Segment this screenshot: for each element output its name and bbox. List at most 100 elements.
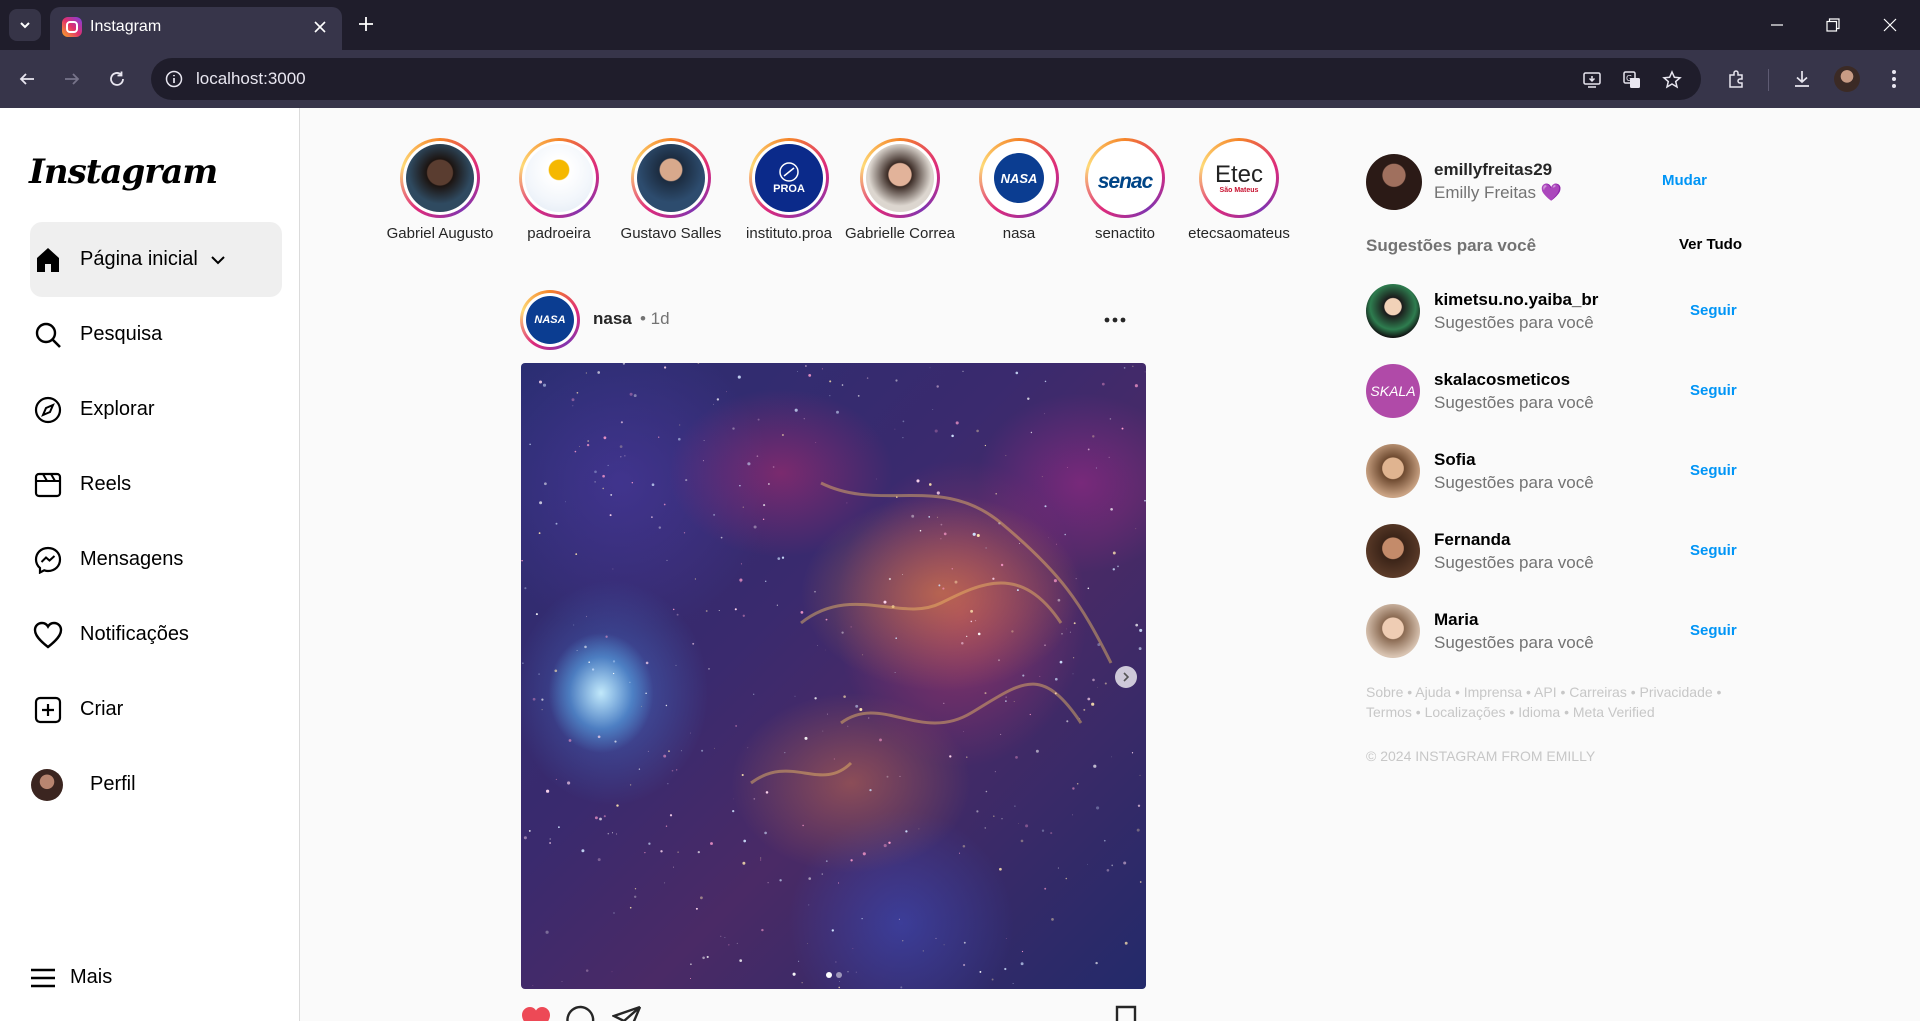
sidebar-item-search[interactable]: Pesquisa <box>30 297 282 372</box>
install-app-icon[interactable] <box>1579 67 1605 93</box>
search-icon <box>32 319 64 351</box>
sidebar-item-label: Reels <box>80 473 132 495</box>
suggestion-username[interactable]: Maria <box>1434 610 1478 630</box>
address-bar[interactable]: localhost:3000 G <box>151 58 1701 100</box>
post-username[interactable]: nasa <box>593 309 632 329</box>
instagram-logo[interactable]: Instagram <box>29 152 218 192</box>
sidebar-item-explore[interactable]: Explorar <box>30 372 282 447</box>
copyright: © 2024 INSTAGRAM FROM EMILLY <box>1366 748 1596 764</box>
stories-tray: Gabriel Augusto padroeira Gustavo Salles… <box>370 138 1300 248</box>
sidebar-item-more[interactable]: Mais <box>30 966 112 989</box>
star-bookmark-icon[interactable] <box>1659 67 1685 93</box>
avatar[interactable] <box>1366 604 1420 658</box>
reload-button[interactable] <box>101 63 133 95</box>
hamburger-menu-icon <box>31 968 55 987</box>
like-button[interactable] <box>520 1005 552 1021</box>
comment-button[interactable] <box>566 1005 598 1021</box>
sidebar-item-home[interactable]: Página inicial <box>30 222 282 297</box>
sidebar-item-reels[interactable]: Reels <box>30 447 282 522</box>
new-tab-button[interactable] <box>354 12 378 36</box>
sanctuary-logo-icon <box>525 144 593 212</box>
instagram-favicon-icon <box>62 17 82 37</box>
follow-button[interactable]: Seguir <box>1690 382 1737 399</box>
follow-button[interactable]: Seguir <box>1690 622 1737 639</box>
avatar <box>31 768 63 801</box>
more-horizontal-icon <box>1104 317 1126 323</box>
post-avatar[interactable]: NASA <box>520 290 580 350</box>
site-info-icon[interactable] <box>163 68 185 90</box>
tab-search-button[interactable] <box>9 9 41 41</box>
comment-icon <box>566 1005 595 1021</box>
avatar[interactable] <box>1366 524 1420 578</box>
sidebar-item-label: Explorar <box>80 398 155 420</box>
avatar[interactable] <box>1366 154 1422 210</box>
suggestions-title: Sugestões para você <box>1366 236 1537 255</box>
sidebar-item-messages[interactable]: Mensagens <box>30 522 282 597</box>
url-text[interactable]: localhost:3000 <box>196 69 306 89</box>
svg-text:G: G <box>1626 74 1632 83</box>
heart-filled-icon <box>522 1007 550 1021</box>
current-username[interactable]: emillyfreitas29 <box>1434 160 1552 180</box>
chevron-down-icon[interactable] <box>210 251 228 269</box>
sidebar-item-label: Página inicial <box>80 248 198 270</box>
save-button[interactable] <box>1114 1005 1146 1021</box>
window-close-button[interactable] <box>1875 10 1905 40</box>
galaxy-stars <box>521 363 1146 989</box>
suggestion-subtitle: Sugestões para você <box>1434 553 1594 572</box>
suggestion-username[interactable]: Sofia <box>1434 450 1476 470</box>
suggestion-username[interactable]: skalacosmeticos <box>1434 370 1570 390</box>
avatar[interactable] <box>1366 444 1420 498</box>
profile-avatar[interactable] <box>1834 66 1860 92</box>
follow-button[interactable]: Seguir <box>1690 302 1737 319</box>
minimize-icon <box>1771 24 1783 26</box>
post-options-button[interactable] <box>1100 306 1130 334</box>
sidebar-item-profile[interactable]: Perfil <box>30 747 282 822</box>
minimize-button[interactable] <box>1762 10 1792 40</box>
avatar <box>406 144 474 212</box>
follow-button[interactable]: Seguir <box>1690 542 1737 559</box>
restore-button[interactable] <box>1818 10 1848 40</box>
suggestion-subtitle: Sugestões para você <box>1434 473 1594 492</box>
suggestion-item: SKALA skalacosmeticos Sugestões para voc… <box>1366 364 1742 420</box>
switch-account-link[interactable]: Mudar <box>1662 172 1707 189</box>
suggestion-username[interactable]: kimetsu.no.yaiba_br <box>1434 290 1598 310</box>
translate-icon[interactable]: G <box>1619 67 1645 93</box>
suggestions-header: Sugestões para você Ver Tudo <box>1366 236 1742 258</box>
send-icon <box>610 1005 642 1021</box>
kebab-menu-icon[interactable] <box>1878 63 1910 95</box>
forward-button[interactable] <box>56 63 88 95</box>
skala-logo-icon[interactable]: SKALA <box>1366 364 1420 418</box>
tab-title: Instagram <box>90 18 162 35</box>
avatar <box>637 144 705 212</box>
compass-icon <box>32 394 64 426</box>
extensions-icon[interactable] <box>1720 63 1752 95</box>
suggestion-item: Sofia Sugestões para você Seguir <box>1366 444 1742 500</box>
back-button[interactable] <box>11 63 43 95</box>
suggestion-item: kimetsu.no.yaiba_br Sugestões para você … <box>1366 284 1742 340</box>
avatar[interactable] <box>1366 284 1420 338</box>
suggestion-username[interactable]: Fernanda <box>1434 530 1511 550</box>
sidebar-item-label: Notificações <box>80 623 189 645</box>
sidebar-item-notifications[interactable]: Notificações <box>30 597 282 672</box>
toolbar-divider <box>1768 69 1769 91</box>
carousel-next-button[interactable] <box>1115 666 1137 688</box>
story-item[interactable]: Etec São Mateus etecsaomateus <box>1169 138 1309 242</box>
tab-close-button[interactable] <box>308 15 332 39</box>
avatar <box>866 144 934 212</box>
post-image[interactable] <box>521 363 1146 989</box>
arrow-right-icon <box>65 73 80 85</box>
messenger-icon <box>32 544 64 576</box>
current-fullname: Emilly Freitas 💜 <box>1434 183 1562 202</box>
see-all-link[interactable]: Ver Tudo <box>1679 236 1742 253</box>
share-button[interactable] <box>610 1005 644 1021</box>
suggestion-item: Fernanda Sugestões para você Seguir <box>1366 524 1742 580</box>
browser-tab-bar: Instagram <box>0 0 1920 50</box>
sidebar-item-label: Mensagens <box>80 548 184 570</box>
follow-button[interactable]: Seguir <box>1690 462 1737 479</box>
sidebar-item-create[interactable]: Criar <box>30 672 282 747</box>
footer-links[interactable]: Sobre • Ajuda • Imprensa • API • Carreir… <box>1366 682 1742 722</box>
browser-tab[interactable]: Instagram <box>50 7 342 50</box>
proa-logo-icon: PROA <box>755 144 823 212</box>
download-icon[interactable] <box>1786 63 1818 95</box>
suggestion-subtitle: Sugestões para você <box>1434 633 1594 652</box>
